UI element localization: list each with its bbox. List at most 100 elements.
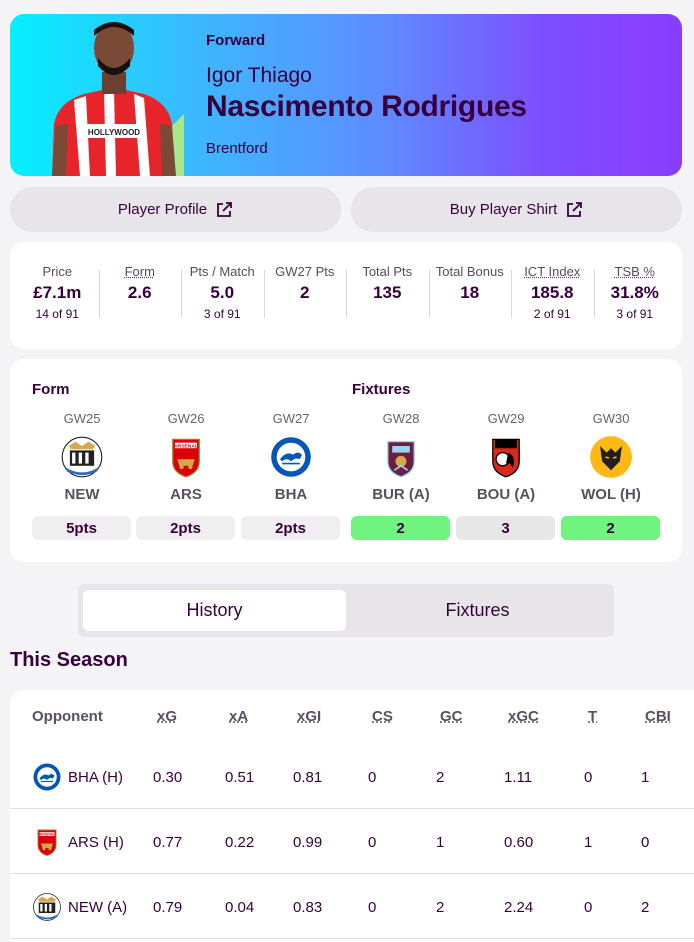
form-item[interactable]: GW25 NEW 5pts [32,411,132,540]
form-item[interactable]: GW27 BHA 2pts [241,411,341,540]
table-header[interactable]: T [588,708,597,725]
season-title: This Season [10,649,128,671]
stat-value: 2.6 [127,283,152,302]
stat-value: £7.1m [33,283,82,302]
player-profile-button[interactable]: Player Profile [10,187,341,232]
table-cell: 0 [368,768,377,786]
gameweek-label: GW30 [592,411,630,426]
team-abbrev: BOU (A) [476,486,536,503]
gameweek-label: GW29 [487,411,525,426]
burnley-crest [378,434,424,480]
points-pill: 2pts [136,516,235,540]
table-cell: 1.11 [504,768,533,786]
table-cell: 2 [436,898,445,916]
table-cell: 0.04 [225,898,255,916]
gameweek-label: GW25 [63,411,101,426]
table-cell: 2 [641,898,650,916]
form-fixtures-panel: Form Fixtures GW25 NEW 5pts GW26 ARSENAL … [10,359,682,562]
table-row: NEW (A) 0.79 0.04 0.83 0 2 2.24 0 2 [10,875,694,939]
brighton-crest [268,434,314,480]
fixture-item[interactable]: GW30 WOL (H) 2 [561,411,661,540]
fixtures-heading: Fixtures [352,381,411,398]
stat-value: 135 [373,283,402,302]
player-position: Forward [206,32,266,49]
table-header[interactable]: CS [372,708,393,725]
table-cell: 0.79 [153,898,183,916]
season-history-table: Opponent xG xA xGI CS GC xGC T CBI BHA (H) 0.30 0.… [10,690,694,942]
table-cell: 0.99 [293,833,323,851]
external-link-icon [567,201,583,217]
buy-shirt-label: Buy Player Shirt [449,201,558,218]
stat-rank: 3 of 91 [616,307,654,321]
difficulty-pill: 2 [351,516,450,540]
tab-history[interactable]: History [83,590,346,631]
wolves-crest [588,434,634,480]
table-header[interactable]: GC [440,708,463,725]
player-first-name: Igor Thiago [206,64,312,87]
stat-item: Total Bonus 18 [428,264,512,349]
fixture-item[interactable]: GW28 BUR (A) 2 [351,411,451,540]
external-link-icon [217,201,232,217]
table-row: ARSENAL ARS (H) 0.77 0.22 0.99 0 1 0.60 1 0 [10,810,694,874]
stat-value: 31.8% [610,283,659,302]
player-last-name: Nascimento Rodrigues [206,90,527,123]
table-header[interactable]: xGC [508,708,539,725]
table-header[interactable]: xG [157,708,177,725]
player-photo: HOLLYWOOD [52,22,184,176]
opponent-cell: NEW (A) [32,875,127,939]
team-abbrev: BHA [274,486,308,503]
table-cell: 0.22 [225,833,255,851]
bournemouth-crest [483,434,529,480]
player-team: Brentford [206,140,268,157]
stat-rank: 3 of 91 [203,307,241,321]
stat-label[interactable]: TSB % [594,264,677,279]
table-cell: 1 [436,833,445,851]
table-cell: 0.77 [153,833,183,851]
table-cell: 1 [584,833,593,851]
opponent-cell: ARSENAL ARS (H) [32,810,124,874]
points-pill: 2pts [241,516,340,540]
stat-item: GW27 Pts 2 [263,264,347,349]
svg-text:ARSENAL: ARSENAL [39,832,55,836]
table-header[interactable]: CBI [645,708,671,725]
stat-label[interactable]: Form [99,264,182,279]
opponent-name: ARS (H) [68,833,124,851]
player-stats-panel: Price £7.1m 14 of 91 Form 2.6 Pts / Match… [10,242,682,349]
newcastle-crest [59,434,105,480]
table-header[interactable]: xA [229,708,248,725]
table-cell: 0.30 [153,768,183,786]
stat-value: 2 [300,283,310,302]
arsenal-crest: ARSENAL [32,827,62,857]
stat-item: Form 2.6 [98,264,182,349]
tab-fixtures[interactable]: Fixtures [346,590,609,631]
team-abbrev: ARS [170,486,202,503]
gameweek-label: GW26 [167,411,205,426]
stat-value: 18 [460,283,480,302]
stat-item: Price £7.1m 14 of 91 [16,264,99,349]
points-pill: 5pts [32,516,131,540]
shirt-sponsor-text: HOLLYWOOD [88,128,140,137]
difficulty-pill: 2 [561,516,660,540]
stat-label: Total Pts [362,264,413,279]
stat-value: 185.8 [530,283,574,302]
form-item[interactable]: GW26 ARSENAL ARS 2pts [136,411,236,540]
table-header: Opponent [32,708,103,725]
stat-item: Pts / Match 5.0 3 of 91 [181,264,264,349]
table-cell: 0.81 [293,768,323,786]
newcastle-crest [32,892,62,922]
form-heading: Form [32,381,70,398]
buy-shirt-button[interactable]: Buy Player Shirt [351,187,682,232]
table-cell: 0.51 [225,768,255,786]
stat-label: Price [42,264,73,279]
stat-item: ICT Index 185.8 2 of 91 [511,264,594,349]
stat-label[interactable]: ICT Index [511,264,594,279]
team-abbrev: BUR (A) [372,486,430,503]
brighton-crest [32,762,62,792]
fixture-item[interactable]: GW29 BOU (A) 3 [456,411,556,540]
player-profile-label: Player Profile [117,201,208,218]
table-cell: 0 [584,768,593,786]
table-header[interactable]: xGI [297,708,321,725]
stat-rank: 14 of 91 [35,307,79,321]
table-cell: 0 [641,833,650,851]
arsenal-crest: ARSENAL [163,434,209,480]
